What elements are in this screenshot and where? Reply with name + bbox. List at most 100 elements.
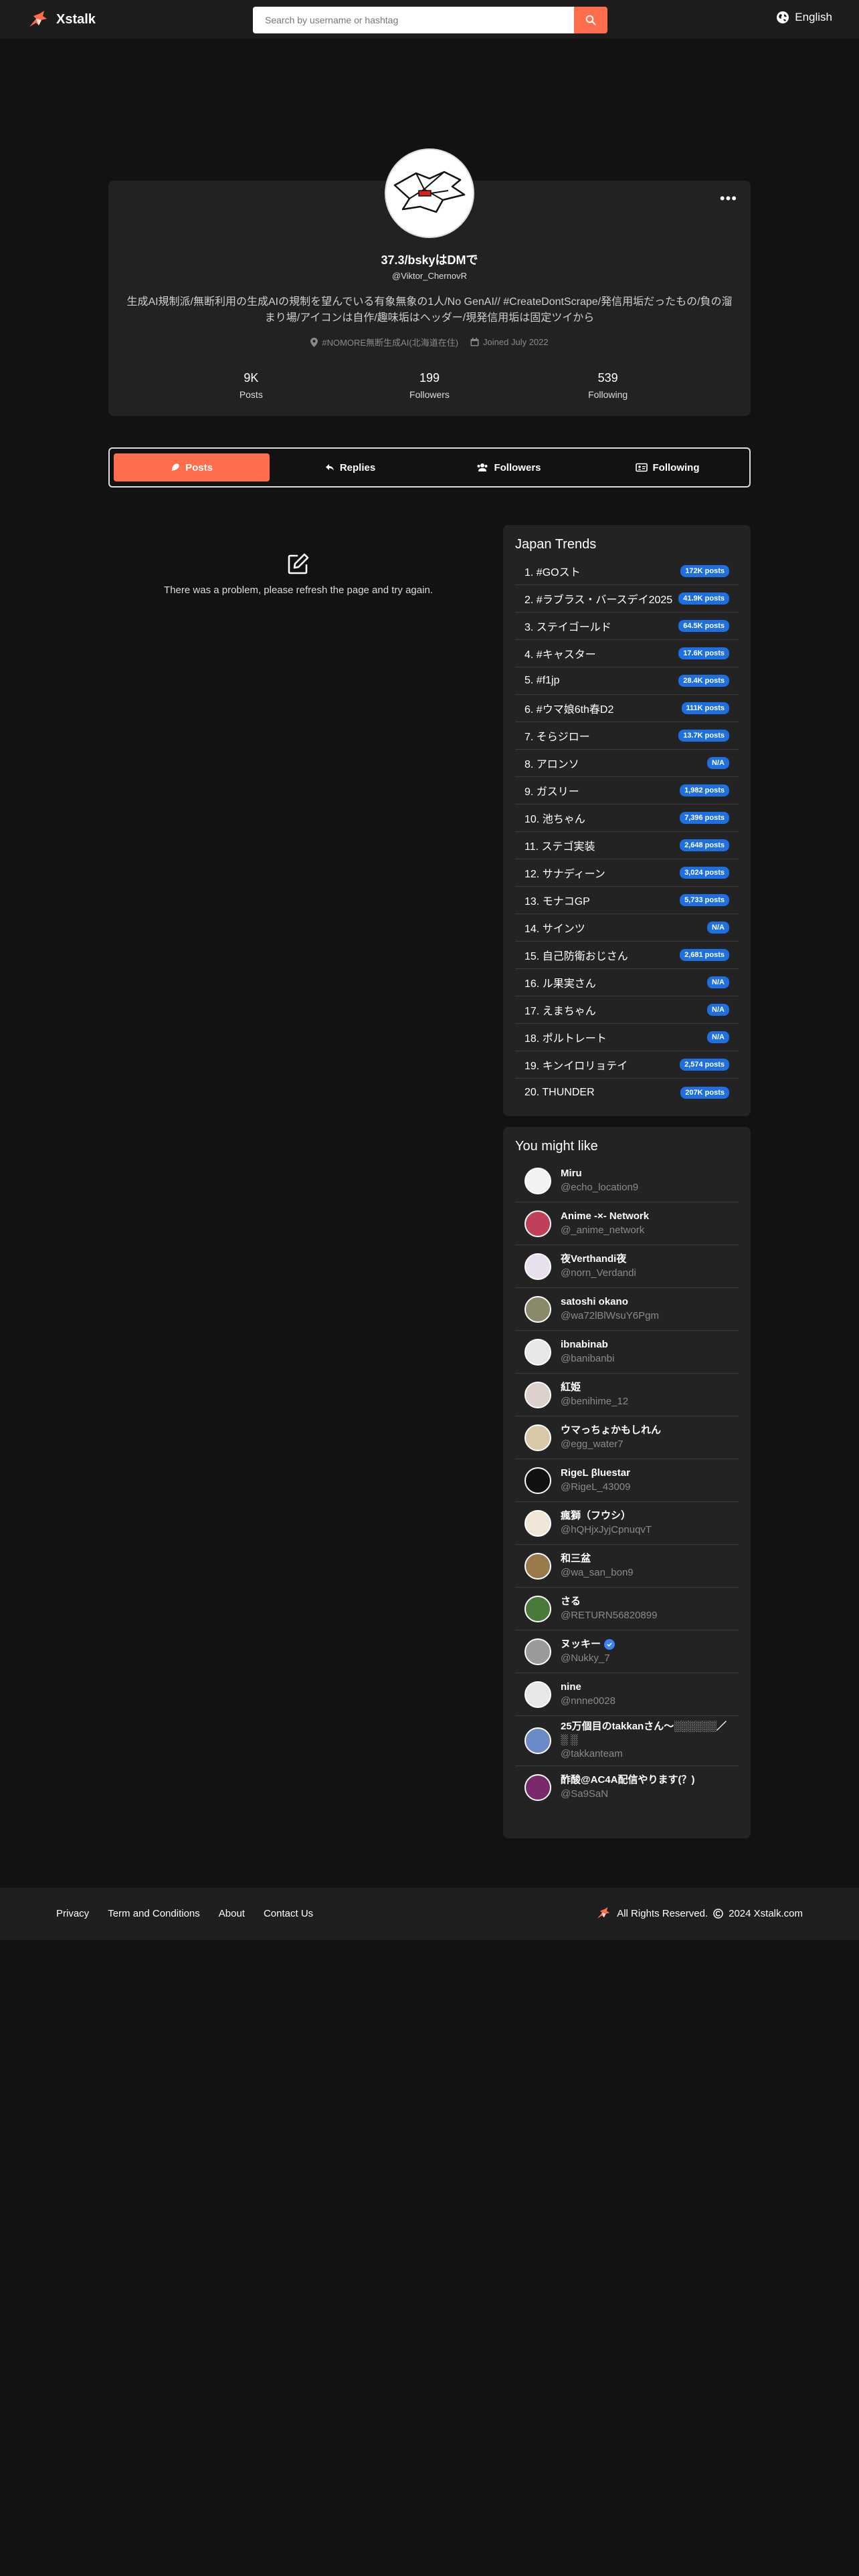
trend-item[interactable]: 16. ル果実さん N/A xyxy=(515,969,739,996)
suggested-user[interactable]: RigeL βluestar @RigeL_43009 xyxy=(515,1459,739,1502)
footer-link-privacy[interactable]: Privacy xyxy=(56,1908,89,1919)
trend-item[interactable]: 7. そらジロー 13.7K posts xyxy=(515,722,739,750)
xstalk-logo-icon xyxy=(597,1907,610,1919)
trend-name: 8. アロンソ xyxy=(524,759,579,770)
trend-count-badge: 13.7K posts xyxy=(678,730,729,742)
footer-link-terms[interactable]: Term and Conditions xyxy=(108,1908,200,1919)
stat-followers[interactable]: 199 Followers xyxy=(379,371,480,400)
profile-tabs: Posts Replies Followers Following xyxy=(108,447,751,488)
trend-item[interactable]: 3. ステイゴールド 64.5K posts xyxy=(515,613,739,640)
avatar xyxy=(524,1727,551,1754)
trend-item[interactable]: 12. サナディーン 3,024 posts xyxy=(515,859,739,887)
trend-item[interactable]: 9. ガスリー 1,982 posts xyxy=(515,777,739,804)
footer-link-about[interactable]: About xyxy=(219,1908,245,1919)
tab-label: Followers xyxy=(494,461,541,473)
user-info: さる @RETURN56820899 xyxy=(561,1595,657,1623)
trend-item[interactable]: 1. #GOスト 172K posts xyxy=(515,558,739,585)
suggested-user[interactable]: さる @RETURN56820899 xyxy=(515,1588,739,1630)
trend-count-badge: 5,733 posts xyxy=(680,894,729,906)
search-bar xyxy=(253,7,607,33)
user-handle: @takkanteam xyxy=(561,1748,623,1759)
tab-replies[interactable]: Replies xyxy=(272,453,428,481)
globe-icon xyxy=(777,11,789,23)
copyright: All Rights Reserved. 2024 Xstalk.com xyxy=(595,1905,803,1921)
avatar xyxy=(524,1681,551,1708)
trend-item[interactable]: 19. キンイロリョテイ 2,574 posts xyxy=(515,1051,739,1079)
tab-followers[interactable]: Followers xyxy=(431,453,587,481)
suggested-user[interactable]: 和三盆 @wa_san_bon9 xyxy=(515,1545,739,1588)
calendar-icon xyxy=(470,338,479,346)
trend-name: 6. #ウマ娘6th春D2 xyxy=(524,704,614,716)
user-name: 25万個目のtakkanさん〜░░░░░░／ ░ ░ xyxy=(561,1720,729,1747)
trend-item[interactable]: 18. ポルトレート N/A xyxy=(515,1024,739,1051)
trend-name: 5. #f1jp xyxy=(524,675,560,686)
search-input[interactable] xyxy=(253,7,574,33)
trend-item[interactable]: 4. #キャスター 17.6K posts xyxy=(515,640,739,667)
tab-following[interactable]: Following xyxy=(589,453,745,481)
suggested-user[interactable]: 25万個目のtakkanさん〜░░░░░░／ ░ ░ @takkanteam xyxy=(515,1716,739,1766)
suggested-user[interactable]: 紅姫 @benihime_12 xyxy=(515,1374,739,1416)
user-handle: @benihime_12 xyxy=(561,1395,629,1407)
suggested-user[interactable]: nine @nnne0028 xyxy=(515,1673,739,1716)
trend-item[interactable]: 17. えまちゃん N/A xyxy=(515,996,739,1024)
map-pin-icon xyxy=(310,337,318,347)
trend-count-badge: 64.5K posts xyxy=(678,620,729,632)
tab-label: Following xyxy=(652,461,700,473)
suggested-user[interactable]: 夜Verthandi夜 @norn_Verdandi xyxy=(515,1245,739,1288)
brand-link[interactable]: Xstalk xyxy=(27,8,96,31)
trend-name: 19. キンイロリョテイ xyxy=(524,1061,628,1072)
suggested-user[interactable]: ibnabinab @banibanbi xyxy=(515,1331,739,1374)
suggested-user[interactable]: 酢酸@AC4A配信やります(？) @Sa9SaN xyxy=(515,1766,739,1809)
suggested-user[interactable]: Anime -×- Network @_anime_network xyxy=(515,1202,739,1245)
profile-stats: 9K Posts 199 Followers 539 Following xyxy=(108,371,751,400)
avatar xyxy=(524,1509,551,1537)
user-name-text: 和三盆 xyxy=(561,1552,591,1564)
avatar xyxy=(524,1338,551,1366)
more-options-icon[interactable]: ••• xyxy=(720,191,737,206)
user-info: Anime -×- Network @_anime_network xyxy=(561,1210,649,1238)
user-name-text: Anime -×- Network xyxy=(561,1210,650,1222)
stat-label: Posts xyxy=(239,389,263,400)
suggested-user[interactable]: ヌッキー @Nukky_7 xyxy=(515,1630,739,1673)
user-name-text: 酢酸@AC4A配信やります(？) xyxy=(561,1774,695,1786)
trend-item[interactable]: 6. #ウマ娘6th春D2 111K posts xyxy=(515,695,739,722)
trend-item[interactable]: 15. 自己防衛おじさん 2,681 posts xyxy=(515,942,739,969)
trend-count-badge: 3,024 posts xyxy=(680,867,729,879)
stat-following[interactable]: 539 Following xyxy=(558,371,658,400)
user-name-text: RigeL βluestar xyxy=(561,1467,630,1479)
user-info: nine @nnne0028 xyxy=(561,1681,615,1709)
suggested-user[interactable]: ウマっちょかもしれん @egg_water7 xyxy=(515,1416,739,1459)
stat-value: 539 xyxy=(597,371,618,385)
suggest-panel: You might like Miru @echo_location9 Anime … xyxy=(503,1127,751,1838)
trend-item[interactable]: 14. サインツ N/A xyxy=(515,914,739,942)
trend-item[interactable]: 13. モナコGP 5,733 posts xyxy=(515,887,739,914)
tab-posts[interactable]: Posts xyxy=(114,453,270,481)
user-info: 夜Verthandi夜 @norn_Verdandi xyxy=(561,1253,636,1281)
suggested-user[interactable]: Miru @echo_location9 xyxy=(515,1160,739,1202)
user-handle: @RigeL_43009 xyxy=(561,1481,631,1493)
trend-item[interactable]: 5. #f1jp 28.4K posts xyxy=(515,667,739,695)
user-handle: @wa_san_bon9 xyxy=(561,1566,634,1578)
trend-item[interactable]: 20. THUNDER 207K posts xyxy=(515,1079,739,1106)
trend-count-badge: 2,574 posts xyxy=(680,1059,729,1071)
user-name: ウマっちょかもしれん xyxy=(561,1424,661,1437)
search-button[interactable] xyxy=(574,7,607,33)
trend-item[interactable]: 11. ステゴ実装 2,648 posts xyxy=(515,832,739,859)
user-info: ウマっちょかもしれん @egg_water7 xyxy=(561,1424,661,1452)
tab-label: Posts xyxy=(185,461,213,473)
user-name-text: 紅姫 xyxy=(561,1381,581,1393)
user-name-text: 夜Verthandi夜 xyxy=(561,1253,627,1265)
suggested-user[interactable]: satoshi okano @wa72lBlWsuY6Pgm xyxy=(515,1288,739,1331)
trend-item[interactable]: 8. アロンソ N/A xyxy=(515,750,739,777)
suggested-user[interactable]: 瘋獅（フウシ） @hQHjxJyjCpnuqvT xyxy=(515,1502,739,1545)
user-info: satoshi okano @wa72lBlWsuY6Pgm xyxy=(561,1295,659,1323)
location-info: #NOMORE無断生成AI(北海道在住) xyxy=(310,336,458,348)
trend-count-badge: 41.9K posts xyxy=(678,593,729,605)
trend-item[interactable]: 10. 池ちゃん 7,396 posts xyxy=(515,804,739,832)
user-info: ヌッキー @Nukky_7 xyxy=(561,1638,615,1666)
trend-name: 9. ガスリー xyxy=(524,786,579,798)
language-selector[interactable]: English xyxy=(776,11,832,24)
stat-posts[interactable]: 9K Posts xyxy=(201,371,301,400)
trend-item[interactable]: 2. #ラブラス・バースデイ2025 41.9K posts xyxy=(515,585,739,613)
footer-link-contact[interactable]: Contact Us xyxy=(264,1908,313,1919)
